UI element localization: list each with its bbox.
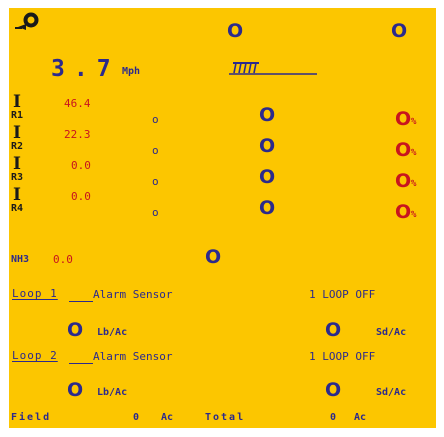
field-value: 0 (133, 412, 140, 423)
row2-rate: 22.3 (64, 128, 91, 141)
row2-small-indicator: o (152, 144, 159, 157)
nh3-value: 0.0 (53, 253, 73, 266)
total-unit: Ac (354, 412, 367, 423)
row1-small-indicator: o (152, 113, 159, 126)
row3-small-indicator: o (152, 175, 159, 188)
loop1-rate-unit: Lb/Ac (97, 327, 128, 338)
row1-i-label: I (13, 92, 21, 112)
total-value: 0 (330, 412, 337, 423)
row2-percent-value: O (395, 139, 412, 161)
field-unit: Ac (161, 412, 174, 423)
row4-big-indicator: O (259, 197, 276, 219)
header-left-value: O (227, 20, 244, 42)
row2-i-label: I (13, 123, 21, 143)
row2-percent-unit: % (411, 148, 417, 158)
loop1-rate-value: O (67, 319, 84, 341)
row2-big-indicator: O (259, 135, 276, 157)
speed-value: 3.7 (51, 56, 120, 82)
implement-icon[interactable] (229, 60, 319, 81)
loop2-underline (69, 363, 93, 364)
loop1-name[interactable]: Loop 1 (12, 288, 58, 299)
loop1-underline (69, 301, 93, 302)
tractor-hitch-icon[interactable] (15, 12, 41, 35)
row1-rate: 46.4 (64, 97, 91, 110)
row3-percent-value: O (395, 170, 412, 192)
loop1-state: 1 LOOP OFF (309, 288, 376, 301)
row3-percent-unit: % (411, 179, 417, 189)
loop1-seed-value: O (325, 319, 342, 341)
row3-r-label: R3 (11, 172, 24, 183)
loop1-seed-unit: Sd/Ac (376, 327, 407, 338)
loop1-alarm: Alarm Sensor (93, 288, 173, 301)
row3-rate: 0.0 (71, 159, 91, 172)
row3-big-indicator: O (259, 166, 276, 188)
row4-rate: 0.0 (71, 190, 91, 203)
loop2-rate-unit: Lb/Ac (97, 387, 128, 398)
row1-r-label: R1 (11, 110, 24, 121)
loop2-state: 1 LOOP OFF (309, 350, 376, 363)
speed-unit: Mph (122, 66, 141, 77)
field-label: Field (11, 412, 52, 423)
row4-percent-value: O (395, 201, 412, 223)
loop2-seed-unit: Sd/Ac (376, 387, 407, 398)
row1-big-indicator: O (259, 104, 276, 126)
loop2-rate-value: O (67, 379, 84, 401)
row1-percent-unit: % (411, 117, 417, 127)
monitor-screen: O O 3.7 Mph I R1 46.4 o O O % I R2 22.3 … (9, 8, 436, 428)
loop2-seed-value: O (325, 379, 342, 401)
loop2-name[interactable]: Loop 2 (12, 350, 58, 361)
row2-r-label: R2 (11, 141, 24, 152)
total-label: Total (205, 412, 246, 423)
row4-percent-unit: % (411, 210, 417, 220)
nh3-status: O (205, 246, 222, 268)
loop2-alarm: Alarm Sensor (93, 350, 173, 363)
row4-r-label: R4 (11, 203, 24, 214)
row4-i-label: I (13, 185, 21, 205)
nh3-label: NH3 (11, 254, 30, 265)
row1-percent-value: O (395, 108, 412, 130)
row4-small-indicator: o (152, 206, 159, 219)
header-right-value: O (391, 20, 408, 42)
row3-i-label: I (13, 154, 21, 174)
